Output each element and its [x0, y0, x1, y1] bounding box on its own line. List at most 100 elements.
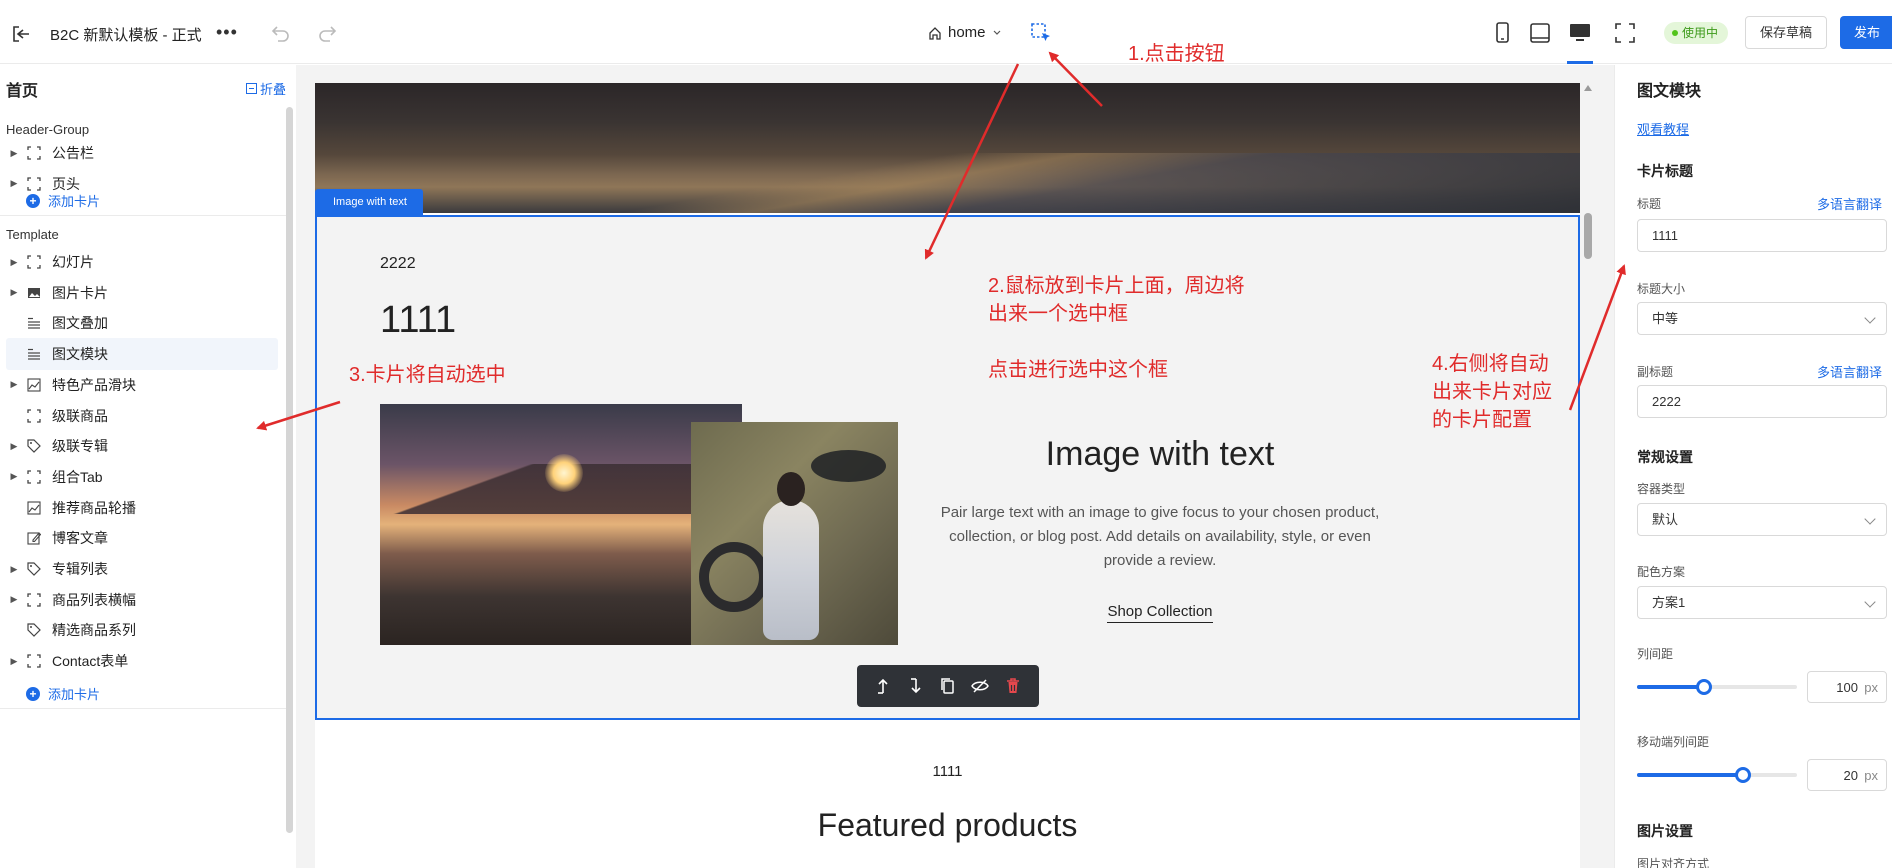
sidebar-item[interactable]: ▶ 组合Tab	[6, 461, 278, 493]
sidebar-item[interactable]: 推荐商品轮播	[6, 492, 278, 524]
mobile-column-gap-input[interactable]: 20 px	[1807, 759, 1887, 791]
tutorial-link[interactable]: 观看教程	[1637, 119, 1689, 138]
sidebar-item-label: Contact表单	[52, 653, 129, 670]
chart-icon	[26, 377, 42, 393]
sidebar-item[interactable]: 图文模块	[6, 338, 278, 371]
exit-icon[interactable]	[10, 24, 32, 44]
sidebar-item[interactable]: ▶ 级联专辑	[6, 430, 278, 462]
image-detail	[699, 542, 769, 612]
unit-label: px	[1864, 768, 1878, 783]
page-name: home	[948, 24, 986, 41]
sidebar-item[interactable]: ▶ 商品列表横幅	[6, 584, 278, 616]
move-up-icon[interactable]	[872, 675, 894, 697]
slider-handle[interactable]	[1734, 767, 1751, 783]
column-gap-input[interactable]: 100 px	[1807, 671, 1887, 703]
subtitle-translate-link[interactable]: 多语言翻译	[1817, 362, 1882, 381]
shop-collection-link-wrap: Shop Collection	[935, 603, 1385, 623]
sidebar-item-label: 组合Tab	[52, 468, 103, 485]
divider	[0, 215, 286, 216]
expand-caret-icon[interactable]: ▶	[6, 564, 22, 575]
featured-products-title: Featured products	[817, 807, 1078, 843]
sidebar-item[interactable]: 图文叠加	[6, 307, 278, 339]
color-scheme-value: 方案1	[1652, 595, 1686, 610]
tag-icon	[26, 622, 42, 638]
sidebar-item-label: 级联专辑	[52, 438, 108, 455]
delete-icon[interactable]	[1002, 675, 1024, 697]
annotation-step-3: 3.卡片将自动选中	[349, 364, 506, 386]
desktop-view-icon[interactable]	[1567, 20, 1593, 46]
mobile-view-icon[interactable]	[1489, 20, 1515, 46]
select-element-icon[interactable]	[1030, 22, 1052, 44]
hide-icon[interactable]	[969, 675, 991, 697]
container-type-value: 默认	[1652, 512, 1679, 527]
container-type-select[interactable]: 默认	[1637, 503, 1887, 536]
expand-caret-icon[interactable]: ▶	[6, 148, 22, 159]
annotation-step-2-line-1: 2.鼠标放到卡片上面，周边将	[988, 275, 1245, 297]
expand-caret-icon[interactable]: ▶	[6, 594, 22, 605]
title-size-label: 标题大小	[1637, 282, 1686, 296]
column-gap-slider[interactable]	[1637, 679, 1797, 695]
expand-caret-icon[interactable]: ▶	[6, 178, 22, 189]
subtitle-input[interactable]: 2222	[1637, 385, 1887, 418]
page-title: 首页	[6, 83, 39, 100]
status-label: 使用中	[1682, 26, 1719, 40]
sidebar-item[interactable]: ▶ 图片卡片	[6, 277, 278, 309]
expand-caret-icon[interactable]: ▶	[6, 287, 22, 298]
publish-button[interactable]: 发布	[1840, 16, 1892, 49]
slider-handle[interactable]	[1696, 679, 1713, 695]
page-selector[interactable]: home	[928, 24, 1002, 41]
title-input[interactable]: 1111	[1637, 219, 1887, 252]
scroll-thumb[interactable]	[1584, 213, 1592, 259]
hero-image[interactable]	[315, 83, 1580, 213]
shop-collection-link[interactable]: Shop Collection	[1107, 603, 1213, 623]
image-detail	[545, 454, 583, 492]
title-size-value: 中等	[1652, 311, 1679, 326]
fold-button[interactable]: 折叠	[246, 79, 286, 98]
expand-caret-icon[interactable]: ▶	[6, 471, 22, 482]
canvas-scrollbar[interactable]	[1583, 83, 1593, 868]
chevron-down-icon	[993, 30, 1000, 35]
color-scheme-select[interactable]: 方案1	[1637, 586, 1887, 619]
sidebar-item[interactable]: 精选商品系列	[6, 614, 278, 646]
sidebar-item[interactable]: 级联商品	[6, 400, 278, 432]
image-detail	[811, 450, 886, 482]
sidebar-item[interactable]: ▶ Contact表单	[6, 645, 278, 677]
status-dot	[1672, 30, 1678, 36]
selected-section-tag[interactable]: Image with text	[315, 189, 423, 215]
image-with-text-section[interactable]: 2222 1111 Image with text Pair large tex…	[315, 215, 1580, 720]
copy-icon[interactable]	[937, 675, 959, 697]
sidebar-item-label: 公告栏	[52, 145, 94, 161]
add-card-label: 添加卡片	[48, 687, 101, 702]
fullscreen-icon[interactable]	[1612, 20, 1638, 46]
mobile-column-gap-slider[interactable]	[1637, 767, 1797, 783]
sidebar-item[interactable]: ▶ 专辑列表	[6, 553, 278, 585]
page-canvas: 2222 1111 Image with text Pair large tex…	[315, 83, 1580, 868]
annotation-step-2-line-3: 点击进行选中这个框	[988, 359, 1168, 381]
fold-label: 折叠	[260, 82, 287, 97]
add-card-button[interactable]: + 添加卡片	[26, 191, 100, 210]
title-size-select[interactable]: 中等	[1637, 302, 1887, 335]
expand-caret-icon[interactable]: ▶	[6, 441, 22, 452]
redo-icon[interactable]	[316, 22, 338, 44]
add-card-button-2[interactable]: + 添加卡片	[26, 684, 100, 703]
scroll-up-icon[interactable]	[1584, 85, 1592, 91]
sidebar-item[interactable]: ▶ 幻灯片	[6, 246, 278, 278]
undo-icon[interactable]	[270, 22, 292, 44]
add-card-label: 添加卡片	[48, 194, 101, 209]
tablet-view-icon[interactable]	[1527, 20, 1553, 46]
sidebar-item[interactable]: 博客文章	[6, 522, 278, 554]
annotation-step-2-line-2: 出来一个选中框	[988, 303, 1128, 325]
more-icon[interactable]: •••	[216, 22, 238, 43]
expand-caret-icon[interactable]: ▶	[6, 656, 22, 667]
frame-icon	[26, 145, 42, 161]
sidebar-item-label: 图片卡片	[52, 284, 108, 301]
expand-caret-icon[interactable]: ▶	[6, 257, 22, 268]
title-translate-link[interactable]: 多语言翻译	[1817, 194, 1882, 213]
sidebar-item[interactable]: ▶ 公告栏	[6, 137, 278, 169]
annotation-step-4-line-1: 4.右侧将自动	[1432, 353, 1549, 375]
move-down-icon[interactable]	[905, 675, 927, 697]
save-draft-button[interactable]: 保存草稿	[1745, 16, 1827, 49]
sidebar-scrollbar[interactable]	[286, 107, 293, 833]
expand-caret-icon[interactable]: ▶	[6, 379, 22, 390]
sidebar-item[interactable]: ▶ 特色产品滑块	[6, 369, 278, 401]
